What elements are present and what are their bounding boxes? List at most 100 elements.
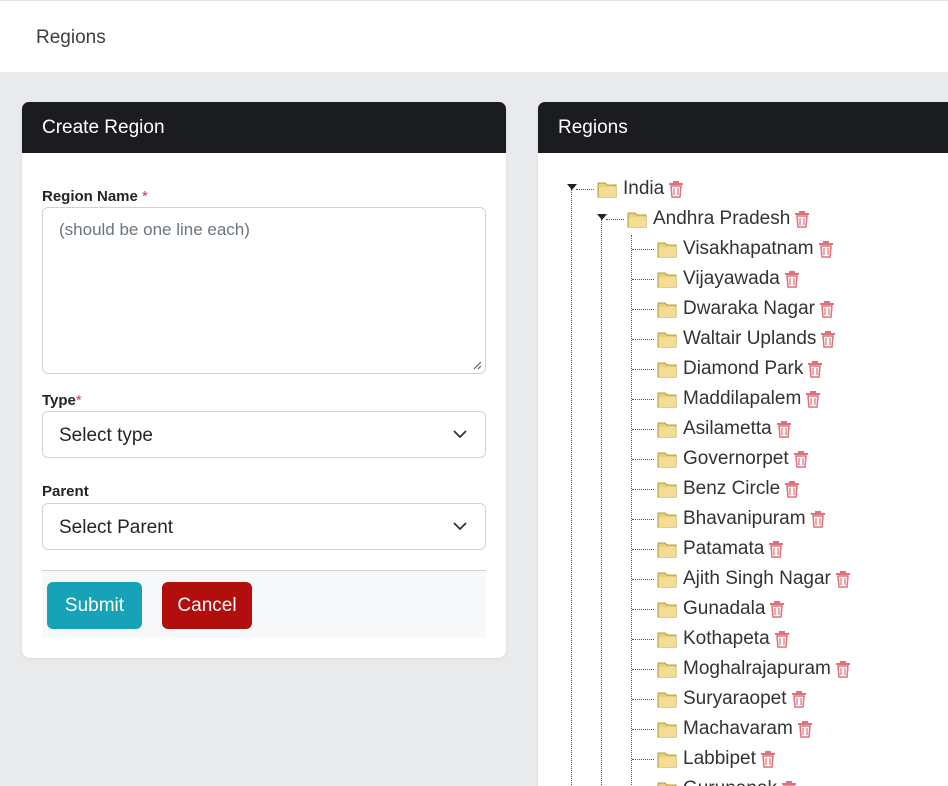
delete-trash-icon[interactable] [784, 270, 800, 288]
tree-node-label: Labbipet [683, 748, 756, 769]
tree-node-label: Vijayawada [683, 268, 780, 289]
delete-trash-icon[interactable] [668, 180, 684, 198]
regions-tree-card: Regions India Andhra Pradesh Visakhapatn… [538, 102, 948, 786]
submit-button[interactable]: Submit [47, 582, 142, 629]
tree-node-label: Moghalrajapuram [683, 658, 831, 679]
tree-node-diamond-park[interactable]: Diamond Park [656, 356, 823, 382]
tree-node-label: Maddilapalem [683, 388, 802, 409]
cancel-button[interactable]: Cancel [162, 582, 252, 629]
delete-trash-icon[interactable] [820, 330, 836, 348]
tree-node-asilametta[interactable]: Asilametta [656, 416, 792, 442]
delete-trash-icon[interactable] [819, 300, 835, 318]
tree-node-visakhapatnam[interactable]: Visakhapatnam [656, 236, 834, 262]
breadcrumb: Regions [36, 27, 106, 48]
folder-icon [597, 182, 617, 198]
resize-grip-icon[interactable] [472, 360, 482, 370]
tree-connector [632, 729, 654, 730]
tree-node-label: Patamata [683, 538, 765, 559]
tree-node-andhra-pradesh[interactable]: Andhra Pradesh [626, 206, 810, 232]
folder-icon [657, 572, 677, 588]
folder-icon [657, 242, 677, 258]
tree-node-label: Suryaraopet [683, 688, 787, 709]
tree-connector [632, 429, 654, 430]
tree-node-dwaraka-nagar[interactable]: Dwaraka Nagar [656, 296, 835, 322]
tree-connector [632, 669, 654, 670]
tree-connector [632, 609, 654, 610]
delete-trash-icon[interactable] [768, 540, 784, 558]
tree-node-labbipet[interactable]: Labbipet [656, 746, 776, 772]
folder-icon [657, 752, 677, 768]
delete-trash-icon[interactable] [776, 420, 792, 438]
tree-node-kothapeta[interactable]: Kothapeta [656, 626, 790, 652]
delete-trash-icon[interactable] [760, 750, 776, 768]
tree-node-label: Machavaram [683, 718, 793, 739]
folder-icon [657, 782, 677, 786]
tree-connector [601, 219, 602, 786]
folder-icon [657, 722, 677, 738]
tree-connector [632, 399, 654, 400]
tree-node-moghalrajapuram[interactable]: Moghalrajapuram [656, 656, 851, 682]
required-mark: * [75, 392, 82, 409]
tree-node-suryaraopet[interactable]: Suryaraopet [656, 686, 807, 712]
type-label: Type* [42, 392, 82, 409]
tree-node-bhavanipuram[interactable]: Bhavanipuram [656, 506, 826, 532]
folder-icon [657, 602, 677, 618]
tree-connector [606, 219, 624, 220]
tree-node-india[interactable]: India [596, 176, 684, 202]
tree-node-ajith-singh-nagar[interactable]: Ajith Singh Nagar [656, 566, 851, 592]
region-name-textarea[interactable]: (should be one line each) [42, 207, 486, 374]
tree-node-label: Benz Circle [683, 478, 781, 499]
folder-icon [657, 632, 677, 648]
tree-node-vijayawada[interactable]: Vijayawada [656, 266, 800, 292]
top-bar: Regions [0, 0, 948, 72]
delete-trash-icon[interactable] [791, 690, 807, 708]
tree-node-label: Visakhapatnam [683, 238, 814, 259]
tree-connector [632, 369, 654, 370]
parent-label: Parent [42, 483, 89, 500]
chevron-down-icon [453, 430, 467, 439]
delete-trash-icon[interactable] [797, 720, 813, 738]
type-select[interactable]: Select type [42, 411, 486, 458]
region-name-placeholder: (should be one line each) [59, 220, 250, 239]
folder-icon [657, 542, 677, 558]
tree-connector [632, 579, 654, 580]
tree-node-label: Waltair Uplands [683, 328, 817, 349]
folder-icon [657, 272, 677, 288]
delete-trash-icon[interactable] [835, 660, 851, 678]
delete-trash-icon[interactable] [807, 360, 823, 378]
delete-trash-icon[interactable] [793, 450, 809, 468]
tree-node-patamata[interactable]: Patamata [656, 536, 784, 562]
tree-node-gurunanak[interactable]: Gurunanak [656, 776, 797, 786]
region-tree: India Andhra Pradesh Visakhapatnam Vijaya… [538, 153, 948, 786]
folder-icon [657, 482, 677, 498]
folder-icon [657, 302, 677, 318]
tree-node-governorpet[interactable]: Governorpet [656, 446, 809, 472]
delete-trash-icon[interactable] [818, 240, 834, 258]
delete-trash-icon[interactable] [794, 210, 810, 228]
delete-trash-icon[interactable] [769, 600, 785, 618]
folder-icon [657, 392, 677, 408]
tree-node-waltair-uplands[interactable]: Waltair Uplands [656, 326, 836, 352]
delete-trash-icon[interactable] [805, 390, 821, 408]
tree-node-maddilapalem[interactable]: Maddilapalem [656, 386, 821, 412]
tree-node-label: Kothapeta [683, 628, 770, 649]
delete-trash-icon[interactable] [810, 510, 826, 528]
delete-trash-icon[interactable] [781, 780, 797, 786]
tree-node-gunadala[interactable]: Gunadala [656, 596, 785, 622]
region-name-label: Region Name * [42, 188, 148, 205]
folder-icon [657, 332, 677, 348]
folder-icon [657, 512, 677, 528]
folder-icon [657, 692, 677, 708]
tree-node-label: Asilametta [683, 418, 772, 439]
delete-trash-icon[interactable] [774, 630, 790, 648]
delete-trash-icon[interactable] [835, 570, 851, 588]
tree-node-machavaram[interactable]: Machavaram [656, 716, 813, 742]
tree-connector [632, 339, 654, 340]
tree-node-label: Diamond Park [683, 358, 804, 379]
tree-node-label: Ajith Singh Nagar [683, 568, 831, 589]
tree-node-benz-circle[interactable]: Benz Circle [656, 476, 800, 502]
folder-icon [627, 212, 647, 228]
parent-select[interactable]: Select Parent [42, 503, 486, 550]
tree-connector [632, 549, 654, 550]
delete-trash-icon[interactable] [784, 480, 800, 498]
